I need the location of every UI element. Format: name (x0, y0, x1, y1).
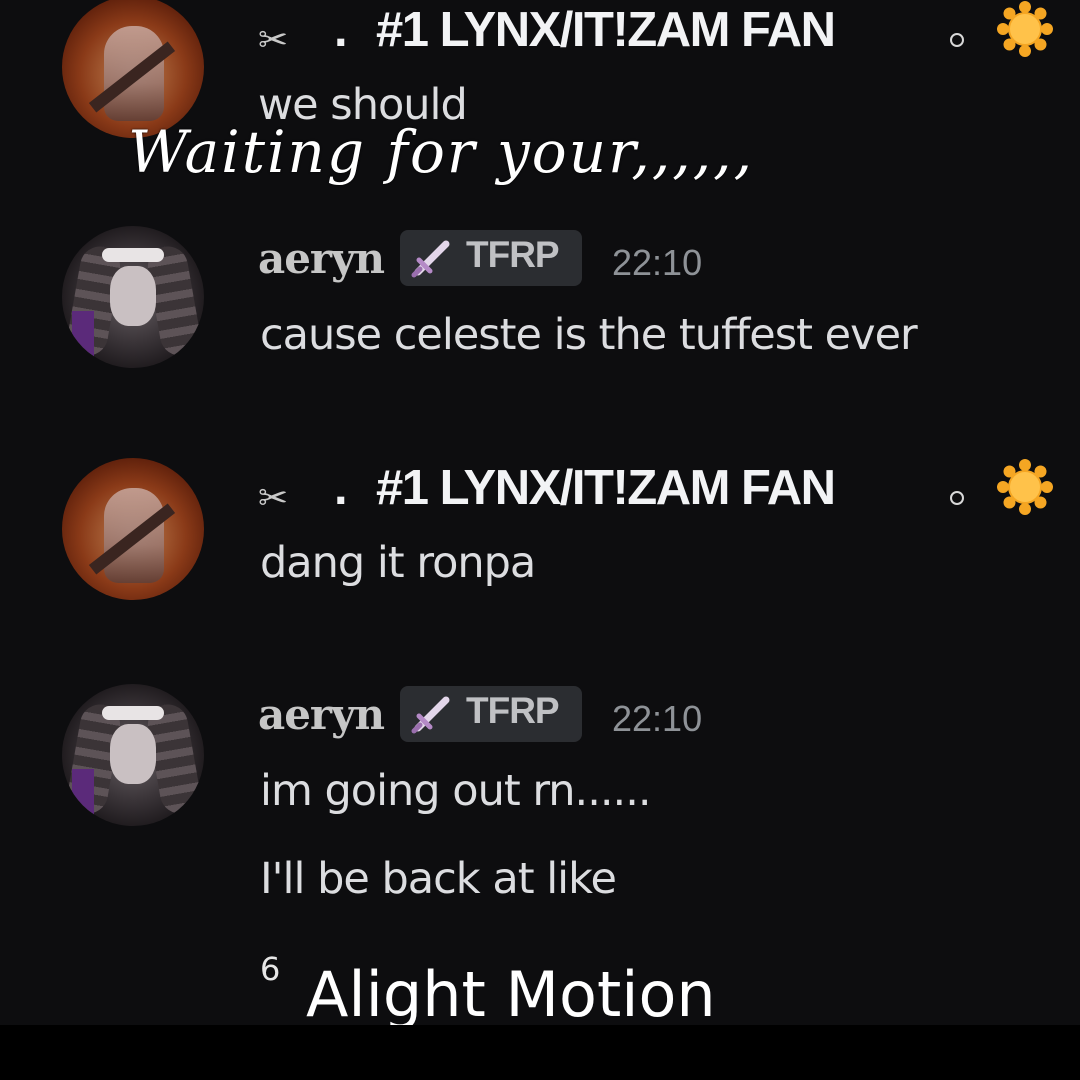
avatar-face (110, 266, 156, 326)
username-separator: . (334, 3, 348, 57)
username[interactable]: aeryn (258, 234, 385, 283)
small-circle-icon (950, 491, 964, 505)
message-text: cause celeste is the tuffest ever (260, 310, 918, 360)
server-tag[interactable]: TFRP (400, 230, 582, 286)
sun-icon (997, 1, 1053, 57)
message-text: I'll be back at like (260, 854, 617, 904)
overlay-caption: Waiting for your,,,,,, (128, 118, 755, 186)
sword-icon (411, 696, 450, 734)
tag-label: TFRP (466, 690, 560, 731)
avatar-accent (72, 311, 94, 361)
watermark: Alight Motion (306, 958, 716, 1025)
tag-label: TFRP (466, 234, 560, 275)
sun-icon (997, 459, 1053, 515)
avatar-accent (72, 769, 94, 819)
server-tag[interactable]: TFRP (400, 686, 582, 742)
sword-icon (411, 240, 450, 278)
message-text: dang it ronpa (260, 538, 536, 588)
username[interactable]: aeryn (258, 690, 385, 739)
timestamp: 22:10 (612, 242, 703, 283)
reply-count: 6 (260, 950, 281, 988)
scissors-icon: ✂ (258, 20, 289, 61)
avatar[interactable] (62, 226, 204, 368)
timestamp: 22:10 (612, 698, 703, 739)
letterbox-bar (0, 1025, 1080, 1080)
username[interactable]: #1 LYNX/IT!ZAM FAN (376, 460, 836, 516)
avatar-headband (102, 248, 164, 262)
username-separator: . (334, 461, 348, 515)
chat-view: ✂ . #1 LYNX/IT!ZAM FAN we should aeryn T… (0, 0, 1080, 1025)
message-text: im going out rn...... (260, 766, 652, 816)
username[interactable]: #1 LYNX/IT!ZAM FAN (376, 2, 836, 58)
avatar-headband (102, 706, 164, 720)
avatar-face (110, 724, 156, 784)
avatar[interactable] (62, 684, 204, 826)
avatar[interactable] (62, 458, 204, 600)
scissors-icon: ✂ (258, 478, 289, 519)
small-circle-icon (950, 33, 964, 47)
